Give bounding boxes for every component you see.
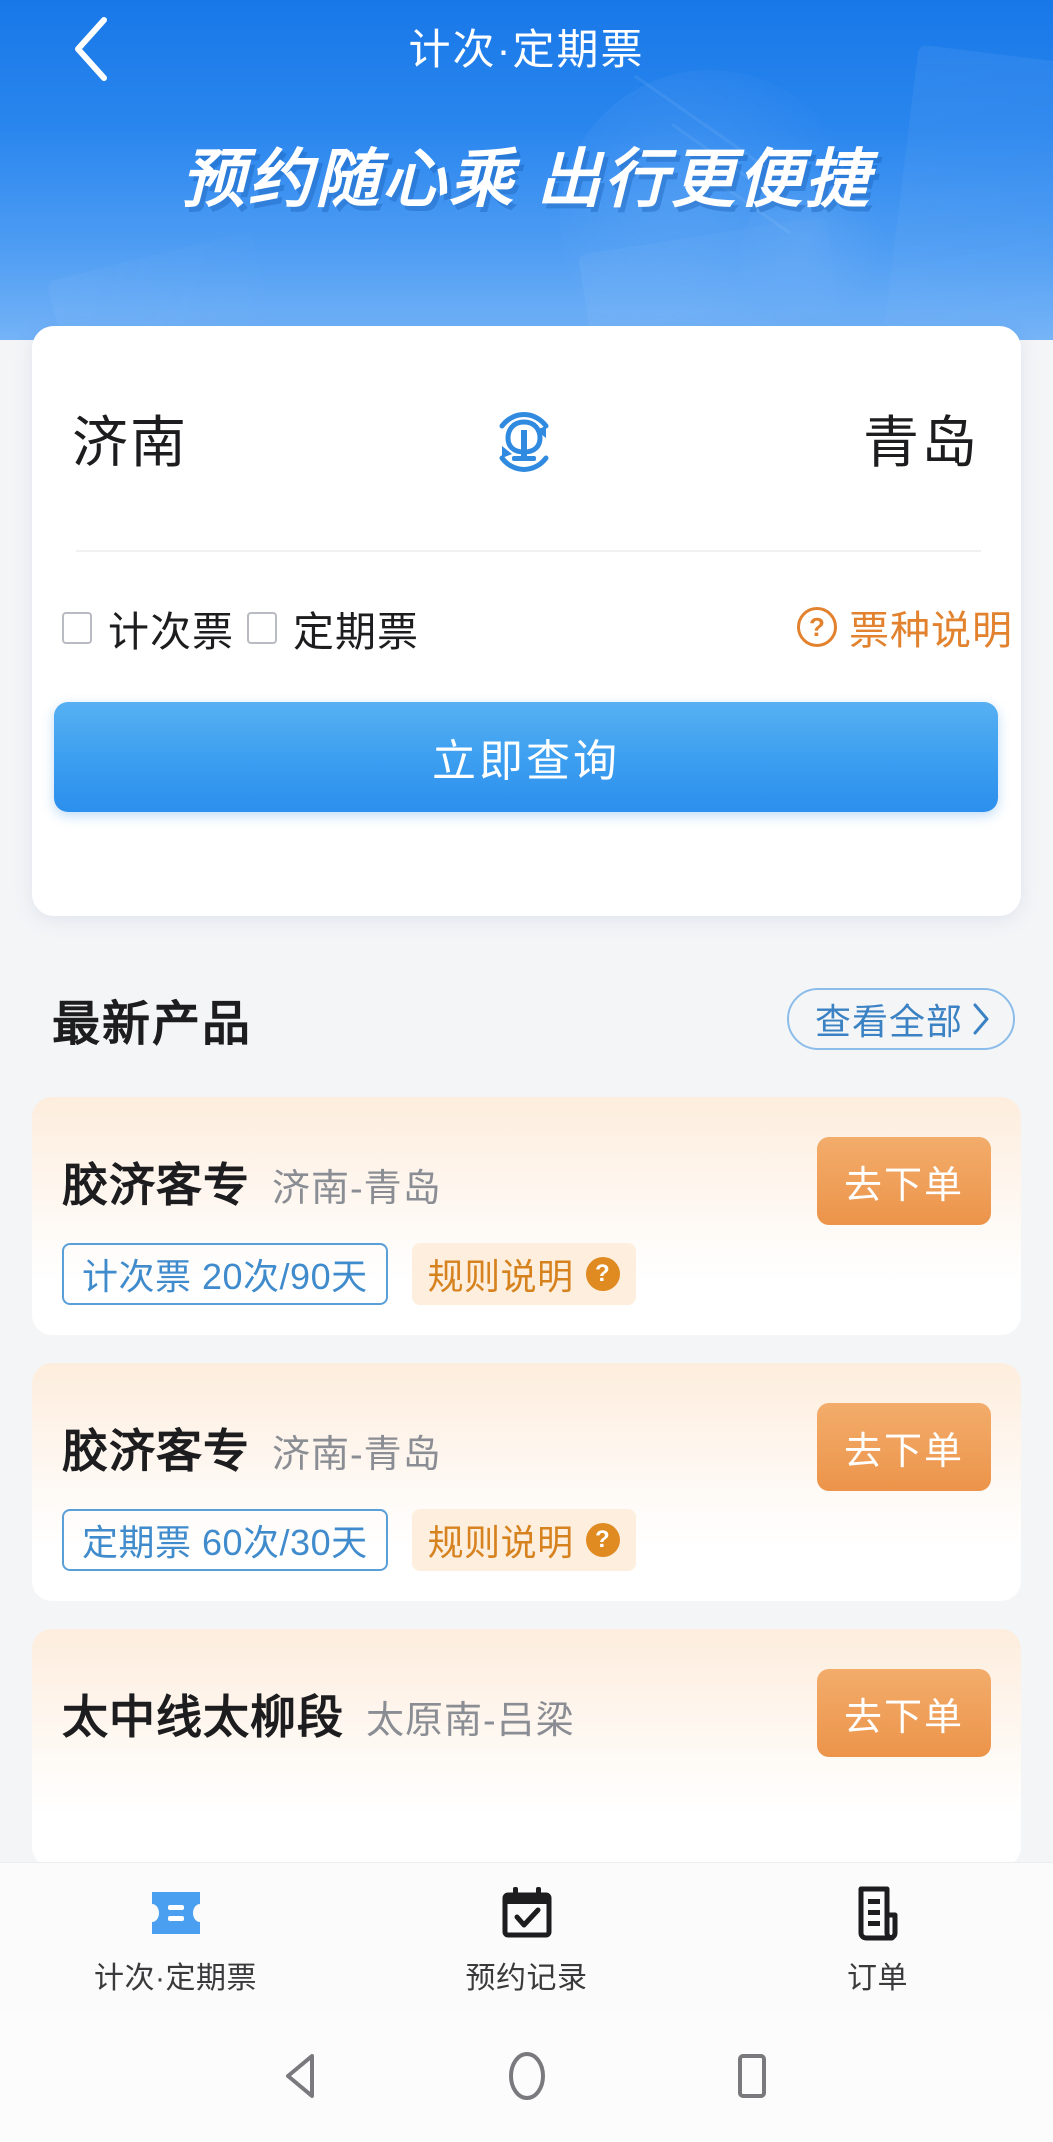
product-ticket-tag: 计次票 20次/90天 (62, 1243, 388, 1305)
swap-cities-button[interactable] (478, 398, 570, 486)
tab-orders[interactable]: 订单 (702, 1863, 1053, 2010)
question-circle-icon: ? (797, 607, 837, 647)
question-circle-filled-icon: ? (585, 1257, 620, 1291)
circle-home-icon (508, 2052, 545, 2100)
product-tag-row: 定期票 60次/30天 规则说明 ? (62, 1509, 636, 1571)
product-tag-row: 计次票 20次/90天 规则说明 ? (62, 1243, 636, 1305)
app-screen: 计次·定期票 预约随心乘 出行更便捷 济南 青岛 计次票 定期票 ? 票种说明 … (0, 0, 1053, 2142)
product-rule-label: 规则说明 (427, 1256, 574, 1297)
android-navigation-bar (0, 2010, 1053, 2142)
ticket-type-options: 计次票 定期票 ? 票种说明 (32, 576, 1021, 676)
view-all-label: 查看全部 (814, 1001, 963, 1042)
product-rule-link[interactable]: 规则说明 ? (411, 1509, 636, 1571)
departure-city[interactable]: 济南 (72, 398, 188, 479)
city-selection-row: 济南 青岛 (32, 326, 1021, 548)
navigation-bar: 计次·定期票 (0, 0, 1053, 100)
arrival-city[interactable]: 青岛 (863, 398, 979, 479)
product-title-row: 胶济客专 济南-青岛 (62, 1149, 442, 1215)
android-back-button[interactable] (189, 2052, 414, 2100)
view-all-button[interactable]: 查看全部 (786, 988, 1015, 1050)
order-button[interactable]: 去下单 (817, 1403, 991, 1491)
product-rule-label: 规则说明 (427, 1522, 574, 1563)
product-route: 太原南-吕梁 (366, 1700, 575, 1742)
product-card[interactable]: 胶济客专 济南-青岛 计次票 20次/90天 规则说明 ? 去下单 (32, 1097, 1021, 1335)
checkbox-box (62, 612, 92, 644)
android-recents-button[interactable] (639, 2051, 864, 2101)
page-title: 计次·定期票 (408, 26, 645, 73)
product-name: 太中线太柳段 (62, 1691, 344, 1743)
checkbox-counted-ticket[interactable]: 计次票 (62, 598, 234, 658)
ticket-type-help-link[interactable]: ? 票种说明 (797, 598, 1013, 656)
ticket-type-help-label: 票种说明 (849, 609, 1013, 653)
calendar-check-icon (500, 1883, 554, 1943)
product-title-row: 太中线太柳段 太原南-吕梁 (62, 1681, 575, 1747)
tab-label: 计次·定期票 (94, 1961, 257, 1995)
back-button[interactable] (48, 6, 134, 92)
checkbox-box (247, 612, 277, 644)
search-card: 济南 青岛 计次票 定期票 ? 票种说明 立即查询 (32, 326, 1021, 916)
chevron-left-icon (75, 17, 107, 81)
checkbox-periodic-ticket[interactable]: 定期票 (247, 598, 419, 658)
product-card[interactable]: 太中线太柳段 太原南-吕梁 去下单 (32, 1629, 1021, 1867)
product-name: 胶济客专 (62, 1159, 250, 1211)
ticket-icon (148, 1883, 204, 1943)
hero-banner: 计次·定期票 预约随心乘 出行更便捷 (0, 0, 1053, 340)
order-button[interactable]: 去下单 (817, 1669, 991, 1757)
receipt-icon (853, 1883, 903, 1943)
art-shape (46, 231, 274, 340)
section-title: 最新产品 (52, 998, 253, 1051)
android-home-button[interactable] (414, 2050, 639, 2102)
product-card[interactable]: 胶济客专 济南-青岛 定期票 60次/30天 规则说明 ? 去下单 (32, 1363, 1021, 1601)
product-route: 济南-青岛 (272, 1434, 442, 1476)
tab-reservation-records[interactable]: 预约记录 (351, 1863, 702, 2010)
products-section-header: 最新产品 查看全部 (0, 960, 1053, 1085)
hero-slogan: 预约随心乘 出行更便捷 (181, 143, 872, 215)
question-circle-filled-icon: ? (585, 1523, 620, 1557)
product-name: 胶济客专 (62, 1425, 250, 1477)
tab-label: 订单 (847, 1961, 908, 1995)
checkbox-label: 定期票 (293, 609, 419, 655)
query-button[interactable]: 立即查询 (54, 702, 998, 812)
checkbox-label: 计次票 (108, 609, 234, 655)
product-title-row: 胶济客专 济南-青岛 (62, 1415, 442, 1481)
product-ticket-tag: 定期票 60次/30天 (62, 1509, 388, 1571)
card-divider (76, 550, 981, 552)
product-rule-link[interactable]: 规则说明 ? (411, 1243, 636, 1305)
square-recents-icon (737, 2054, 766, 2098)
chevron-right-icon (971, 1002, 991, 1036)
order-button[interactable]: 去下单 (817, 1137, 991, 1225)
bottom-tab-bar: 计次·定期票 预约记录 订单 (0, 1862, 1053, 2010)
tab-counted-periodic-ticket[interactable]: 计次·定期票 (0, 1863, 351, 2010)
product-route: 济南-青岛 (272, 1168, 442, 1210)
tab-label: 预约记录 (465, 1961, 588, 1995)
railway-swap-icon (499, 412, 549, 472)
triangle-back-icon (285, 2054, 314, 2098)
